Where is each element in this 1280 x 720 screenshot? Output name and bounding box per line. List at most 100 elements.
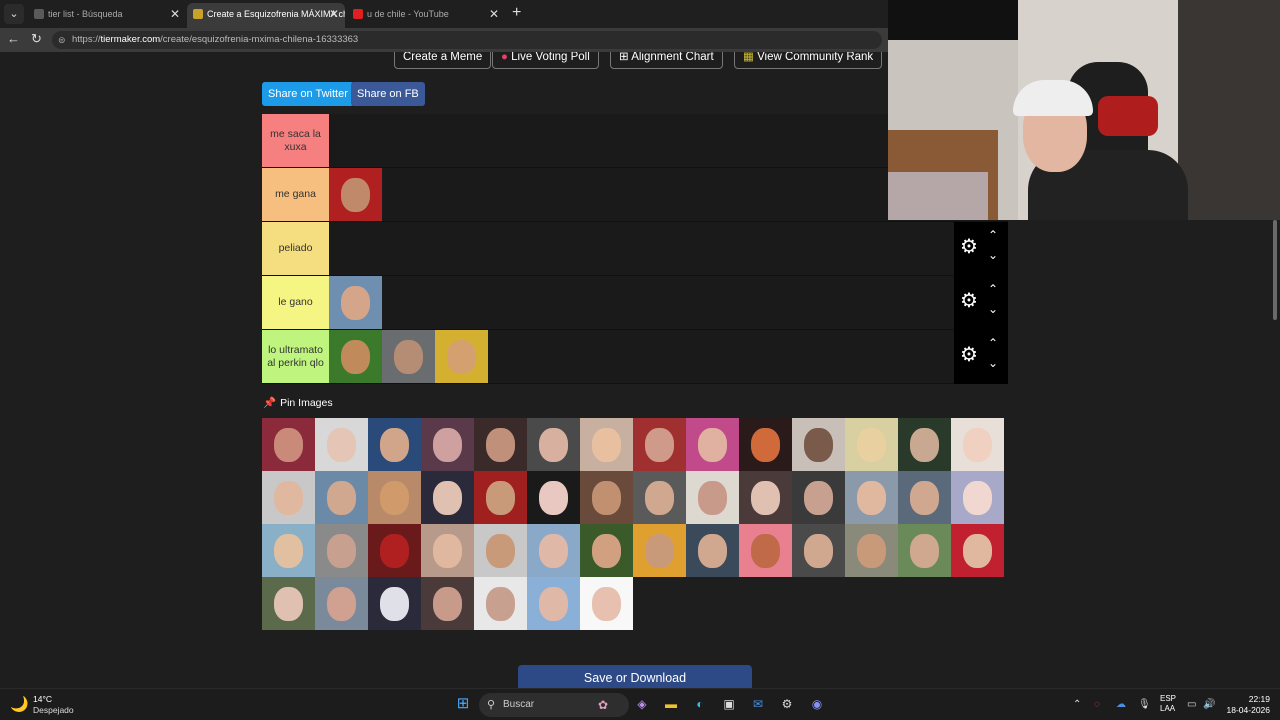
pool-image[interactable] <box>315 418 368 471</box>
pool-image[interactable] <box>686 524 739 577</box>
tier-label[interactable]: me saca la xuxa <box>262 114 329 167</box>
pool-image[interactable] <box>580 418 633 471</box>
chevron-up-icon[interactable]: ⌃ <box>984 228 1002 242</box>
close-icon[interactable]: ✕ <box>489 3 499 25</box>
pool-image[interactable] <box>898 418 951 471</box>
weather-desc[interactable]: Despejado <box>33 705 74 715</box>
pool-image[interactable] <box>527 577 580 630</box>
pool-image[interactable] <box>898 524 951 577</box>
moon-weather-icon[interactable]: 🌙 <box>10 695 29 713</box>
pool-image[interactable] <box>845 418 898 471</box>
settings-app-icon[interactable]: ⚙ <box>778 695 796 713</box>
pool-image[interactable] <box>898 471 951 524</box>
pool-image[interactable] <box>951 471 1004 524</box>
pool-image[interactable] <box>633 524 686 577</box>
pool-image[interactable] <box>368 524 421 577</box>
pool-image[interactable] <box>845 471 898 524</box>
chevron-up-icon[interactable]: ⌃ <box>1073 699 1081 710</box>
scrollbar-thumb[interactable] <box>1273 220 1277 320</box>
discord-icon[interactable]: ◉ <box>808 695 826 713</box>
pool-image[interactable] <box>739 524 792 577</box>
pool-image[interactable] <box>368 418 421 471</box>
save-download-button[interactable]: Save or Download <box>518 665 752 688</box>
share-fb-button[interactable]: Share on FB <box>351 82 425 106</box>
back-arrow-icon[interactable]: ← <box>7 31 20 46</box>
chevron-up-icon[interactable]: ⌃ <box>984 336 1002 350</box>
pool-image[interactable] <box>262 418 315 471</box>
gear-icon[interactable]: ⚙ <box>958 290 980 312</box>
pool-image[interactable] <box>580 524 633 577</box>
pool-image[interactable] <box>633 471 686 524</box>
store-icon[interactable]: ▣ <box>720 695 738 713</box>
pool-image[interactable] <box>474 524 527 577</box>
pool-image[interactable] <box>845 524 898 577</box>
language-indicator[interactable]: ESP LAA <box>1160 694 1176 714</box>
pool-image[interactable] <box>527 524 580 577</box>
pool-image[interactable] <box>474 577 527 630</box>
tier-image[interactable] <box>329 276 382 329</box>
pool-image[interactable] <box>262 471 315 524</box>
close-icon[interactable]: ✕ <box>329 3 339 25</box>
page-scrollbar[interactable] <box>1270 220 1280 688</box>
pool-image[interactable] <box>792 471 845 524</box>
pool-image[interactable] <box>368 577 421 630</box>
pool-image[interactable] <box>421 418 474 471</box>
pin-images-header[interactable]: 📌 Pin Images <box>263 396 333 409</box>
gear-icon[interactable]: ⚙ <box>958 344 980 366</box>
pool-image[interactable] <box>315 471 368 524</box>
tier-label[interactable]: peliado <box>262 222 329 275</box>
pool-image[interactable] <box>686 418 739 471</box>
url-field[interactable]: ⊜ https://tiermaker.com/create/esquizofr… <box>52 31 882 49</box>
pool-image[interactable] <box>739 418 792 471</box>
chevron-up-icon[interactable]: ⌃ <box>984 282 1002 296</box>
tier-image[interactable] <box>435 330 488 383</box>
tab-search[interactable]: tier list - Búsqueda ✕ <box>28 3 186 28</box>
chevron-down-icon[interactable]: ⌄ <box>984 356 1002 370</box>
share-twitter-button[interactable]: Share on Twitter <box>262 82 354 106</box>
pool-image[interactable] <box>527 471 580 524</box>
tab-list-button[interactable]: ⌄ <box>4 4 24 24</box>
chevron-down-icon[interactable]: ⌄ <box>984 302 1002 316</box>
tier-label[interactable]: me gana <box>262 168 329 221</box>
microphone-icon[interactable]: 🎙 <box>1138 699 1151 710</box>
pool-image[interactable] <box>951 524 1004 577</box>
system-clock[interactable]: 22:19 18-04-2026 <box>1222 694 1270 716</box>
pool-image[interactable] <box>474 418 527 471</box>
pool-image[interactable] <box>686 471 739 524</box>
copilot-icon[interactable]: ◈ <box>633 695 651 713</box>
pool-image[interactable] <box>792 524 845 577</box>
tier-label[interactable]: lo ultramato al perkin qlo <box>262 330 329 383</box>
pool-image[interactable] <box>474 471 527 524</box>
tulips-widget-icon[interactable]: ✿ <box>594 696 612 714</box>
community-rank-button[interactable]: ▦ View Community Rank <box>734 52 883 69</box>
tab-youtube[interactable]: u de chile - YouTube ✕ <box>347 3 505 28</box>
pool-image[interactable] <box>580 577 633 630</box>
pool-image[interactable] <box>739 471 792 524</box>
pool-image[interactable] <box>262 524 315 577</box>
tier-image[interactable] <box>329 330 382 383</box>
reload-icon[interactable]: ↻ <box>31 31 42 47</box>
weather-temp[interactable]: 14°C <box>33 694 52 704</box>
tier-image[interactable] <box>382 330 435 383</box>
pool-image[interactable] <box>527 418 580 471</box>
network-icon[interactable]: ▭ <box>1187 699 1196 710</box>
edge-icon[interactable]: ◐ <box>691 695 709 713</box>
pool-image[interactable] <box>421 471 474 524</box>
live-voting-button[interactable]: ● Live Voting Poll <box>492 52 599 69</box>
pool-image[interactable] <box>580 471 633 524</box>
tier-label[interactable]: le gano <box>262 276 329 329</box>
mail-icon[interactable]: ✉ <box>749 695 767 713</box>
pool-image[interactable] <box>421 524 474 577</box>
chevron-down-icon[interactable]: ⌄ <box>984 248 1002 262</box>
onedrive-icon[interactable]: ☁ <box>1116 699 1126 710</box>
new-tab-icon[interactable]: + <box>512 4 521 22</box>
create-meme-button[interactable]: Create a Meme <box>394 52 492 69</box>
tier-image[interactable] <box>329 168 382 221</box>
volume-icon[interactable]: 🔊 <box>1203 699 1215 710</box>
file-explorer-icon[interactable]: ▬ <box>662 695 680 713</box>
pool-image[interactable] <box>315 577 368 630</box>
alignment-chart-button[interactable]: ⊞ Alignment Chart <box>610 52 723 69</box>
windows-start-icon[interactable]: ⊞ <box>454 695 472 713</box>
pool-image[interactable] <box>633 418 686 471</box>
close-icon[interactable]: ✕ <box>170 3 180 25</box>
